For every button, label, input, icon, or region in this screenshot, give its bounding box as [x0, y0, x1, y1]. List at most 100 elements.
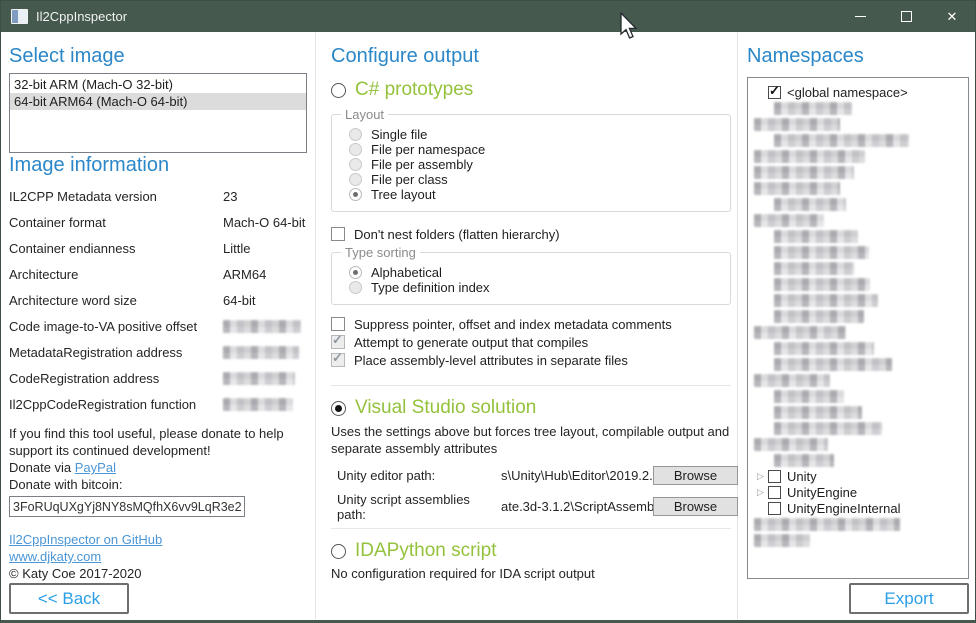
namespaces-heading: Namespaces [747, 44, 969, 68]
layout-option-row[interactable]: File per class [349, 172, 730, 187]
type-sorting-radio[interactable] [349, 281, 362, 294]
redacted-value [223, 398, 293, 411]
namespace-row-redacted[interactable] [748, 516, 968, 532]
redacted-namespace [754, 518, 900, 531]
namespace-checkbox[interactable] [768, 502, 781, 515]
namespace-row-redacted[interactable] [748, 164, 968, 180]
minimize-button[interactable] [837, 1, 883, 32]
namespace-row-redacted[interactable] [748, 356, 968, 372]
layout-radio[interactable] [349, 128, 362, 141]
redacted-namespace [754, 118, 840, 131]
namespace-row-redacted[interactable] [748, 308, 968, 324]
layout-groupbox: Layout Single fileFile per namespaceFile… [331, 114, 731, 212]
namespace-row-redacted[interactable] [748, 452, 968, 468]
type-sorting-option-row[interactable]: Type definition index [349, 280, 730, 295]
output-option-checkbox[interactable]: ✓ [331, 353, 345, 367]
namespace-row-redacted[interactable] [748, 228, 968, 244]
type-sorting-option-row[interactable]: Alphabetical [349, 265, 730, 280]
namespace-row-redacted[interactable] [748, 388, 968, 404]
vs-solution-radio-row[interactable]: Visual Studio solution [331, 395, 737, 421]
output-option-row[interactable]: Suppress pointer, offset and index metad… [331, 316, 737, 332]
redacted-namespace [774, 454, 834, 467]
maximize-icon [901, 11, 912, 22]
section-divider [331, 385, 731, 386]
image-list-item[interactable]: 64-bit ARM64 (Mach-O 64-bit) [10, 93, 306, 110]
redacted-namespace [774, 198, 846, 211]
paypal-link[interactable]: PayPal [75, 460, 116, 475]
namespace-row-redacted[interactable] [748, 276, 968, 292]
expander-icon[interactable]: ▷ [757, 487, 768, 498]
namespace-row-redacted[interactable] [748, 196, 968, 212]
namespace-row-redacted[interactable] [748, 292, 968, 308]
namespace-row-redacted[interactable] [748, 244, 968, 260]
website-link[interactable]: www.djkaty.com [9, 549, 101, 564]
unity-path-value[interactable]: ate.3d-3.1.2\ScriptAssemblies [501, 499, 653, 514]
output-option-row[interactable]: ✓ Place assembly-level attributes in sepa… [331, 352, 737, 368]
bitcoin-address-input[interactable] [9, 496, 245, 517]
layout-option-row[interactable]: File per assembly [349, 157, 730, 172]
unity-path-value[interactable]: s\Unity\Hub\Editor\2019.2.8f1 [501, 468, 653, 483]
configure-output-heading: Configure output [331, 44, 737, 68]
type-sorting-radio[interactable] [349, 266, 362, 279]
namespace-row[interactable]: ▷Unity [748, 468, 968, 484]
title-bar[interactable]: Il2CppInspector ✕ [1, 1, 975, 32]
namespace-row[interactable]: ▷UnityEngine [748, 484, 968, 500]
panel-select-image: Select image 32-bit ARM (Mach-O 32-bit)6… [1, 32, 316, 619]
browse-button[interactable]: Browse [653, 466, 738, 485]
type-sorting-option-label: Alphabetical [371, 265, 442, 280]
namespace-checkbox[interactable] [768, 470, 781, 483]
namespace-row-redacted[interactable] [748, 436, 968, 452]
redacted-namespace [754, 150, 865, 163]
idapython-radio[interactable] [331, 544, 346, 559]
namespace-row[interactable]: ✓<global namespace> [748, 84, 968, 100]
export-button[interactable]: Export [849, 583, 969, 614]
image-listbox[interactable]: 32-bit ARM (Mach-O 32-bit)64-bit ARM64 (… [9, 73, 307, 153]
namespace-row-redacted[interactable] [748, 100, 968, 116]
idapython-radio-row[interactable]: IDAPython script [331, 538, 737, 564]
output-option-checkbox[interactable]: ✓ [331, 335, 345, 349]
redacted-namespace [754, 182, 840, 195]
output-option-row[interactable]: ✓Attempt to generate output that compile… [331, 334, 737, 350]
namespace-row-redacted[interactable] [748, 212, 968, 228]
namespace-row[interactable]: UnityEngineInternal [748, 500, 968, 516]
namespace-row-redacted[interactable] [748, 132, 968, 148]
info-row: Architecture word size64-bit [9, 287, 307, 313]
expander-icon[interactable]: ▷ [757, 471, 768, 482]
namespace-checkbox[interactable]: ✓ [768, 86, 781, 99]
namespace-row-redacted[interactable] [748, 404, 968, 420]
redacted-namespace [754, 166, 854, 179]
namespace-row-redacted[interactable] [748, 180, 968, 196]
vs-solution-radio[interactable] [331, 401, 346, 416]
namespace-row-redacted[interactable] [748, 324, 968, 340]
maximize-button[interactable] [883, 1, 929, 32]
namespace-row-redacted[interactable] [748, 420, 968, 436]
namespace-row-redacted[interactable] [748, 148, 968, 164]
dont-nest-checkbox[interactable] [331, 227, 345, 241]
layout-radio[interactable] [349, 188, 362, 201]
csharp-prototypes-radio-row[interactable]: C# prototypes [331, 77, 737, 103]
layout-option-row[interactable]: Single file [349, 127, 730, 142]
layout-option-label: Single file [371, 127, 427, 142]
layout-radio[interactable] [349, 158, 362, 171]
namespace-row-redacted[interactable] [748, 532, 968, 548]
redacted-value [223, 346, 299, 359]
namespace-row-redacted[interactable] [748, 116, 968, 132]
namespace-row-redacted[interactable] [748, 260, 968, 276]
output-option-checkbox[interactable] [331, 317, 345, 331]
namespace-checkbox[interactable] [768, 486, 781, 499]
layout-option-row[interactable]: File per namespace [349, 142, 730, 157]
csharp-prototypes-radio[interactable] [331, 83, 346, 98]
layout-option-row[interactable]: Tree layout [349, 187, 730, 202]
close-button[interactable]: ✕ [929, 1, 975, 32]
image-list-item[interactable]: 32-bit ARM (Mach-O 32-bit) [10, 76, 306, 93]
namespace-row-redacted[interactable] [748, 372, 968, 388]
output-option-label: Place assembly-level attributes in separ… [354, 353, 628, 368]
dont-nest-checkbox-row[interactable]: Don't nest folders (flatten hierarchy) [331, 226, 737, 242]
browse-button[interactable]: Browse [653, 497, 738, 516]
layout-radio[interactable] [349, 143, 362, 156]
layout-radio[interactable] [349, 173, 362, 186]
namespaces-tree[interactable]: ✓<global namespace> ▷Unity▷UnityEngineUni… [747, 77, 969, 579]
back-button[interactable]: << Back [9, 583, 129, 614]
github-link[interactable]: Il2CppInspector on GitHub [9, 532, 162, 547]
namespace-row-redacted[interactable] [748, 340, 968, 356]
